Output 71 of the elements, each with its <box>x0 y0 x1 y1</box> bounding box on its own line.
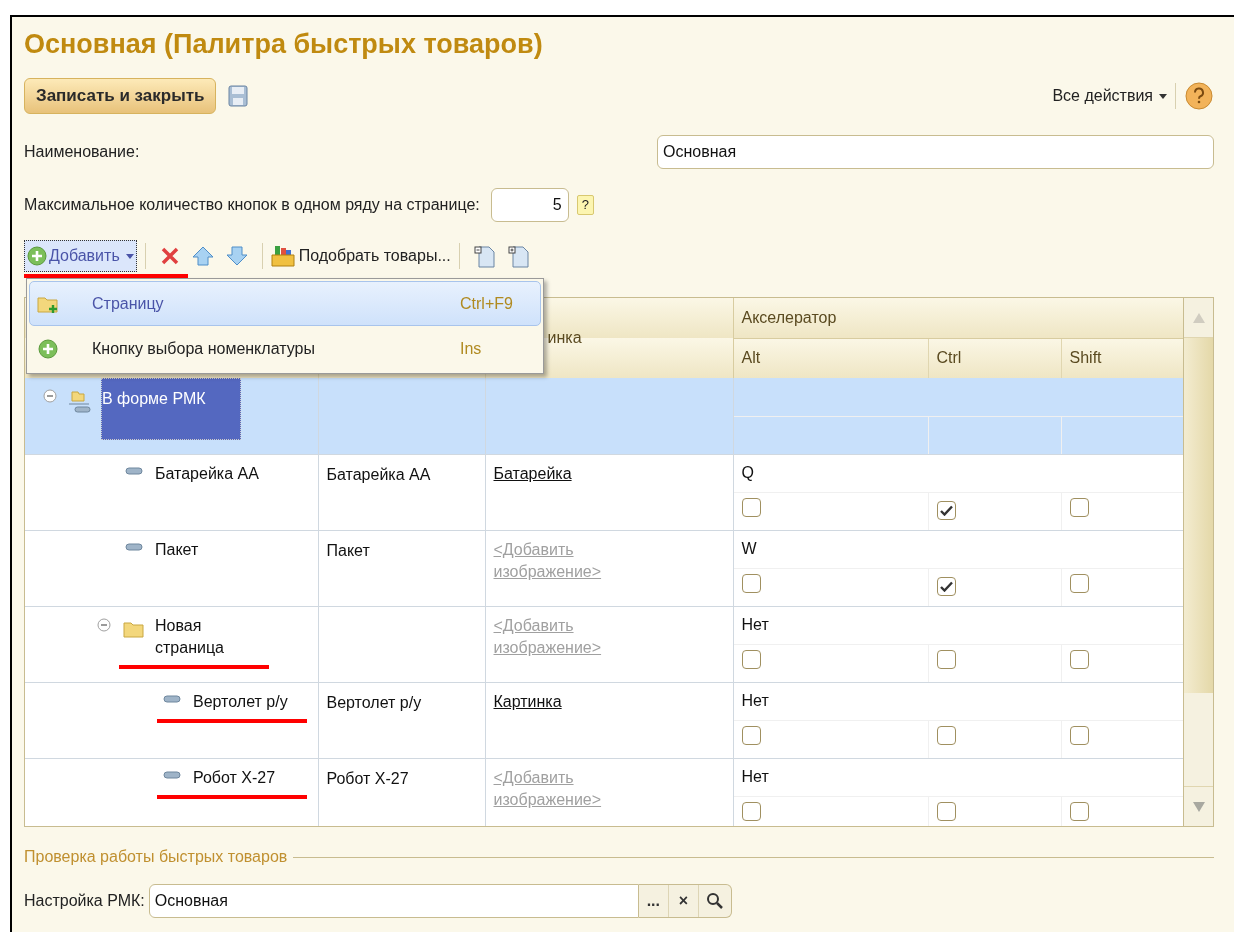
table-cell: Батарейка АА <box>326 465 431 483</box>
checkbox[interactable] <box>936 577 956 596</box>
collapse-icon[interactable] <box>97 617 111 632</box>
tree-item-label[interactable]: Пакет <box>155 538 267 561</box>
clear-button[interactable]: × <box>668 885 699 917</box>
number-field[interactable]: 5 <box>490 188 569 222</box>
checkbox[interactable] <box>936 726 956 745</box>
move-down-icon[interactable] <box>225 246 248 266</box>
accelerator-key: Нет <box>741 616 769 633</box>
pick-goods-button[interactable]: Подобрать товары... <box>270 244 451 268</box>
all-actions-menu[interactable]: Все действия <box>1052 84 1167 108</box>
checkbox[interactable] <box>936 802 956 821</box>
field-label: Максимальное количество кнопок в одном ряду на странице: <box>24 195 480 215</box>
field-label: Наименование: <box>24 142 140 162</box>
window-title: Основная (Палитра быстрых товаров) <box>24 28 544 61</box>
help-icon[interactable] <box>1184 81 1214 111</box>
tree-item-label[interactable]: В форме РМК <box>101 378 241 440</box>
table-cell: Пакет <box>326 541 370 559</box>
move-up-icon[interactable] <box>191 246 214 266</box>
plus-icon <box>27 246 47 266</box>
checkbox[interactable] <box>1069 574 1089 593</box>
goods-box-icon <box>270 245 295 267</box>
collapse-tree-icon[interactable] <box>473 244 496 268</box>
checkbox[interactable] <box>1069 650 1089 669</box>
accelerator-key: Нет <box>741 692 769 709</box>
settings-field[interactable]: Основная <box>148 884 639 918</box>
checkbox[interactable] <box>741 802 761 821</box>
save-and-close-button[interactable]: Записать и закрыть <box>24 78 217 114</box>
tree-item-label[interactable]: Новая страница <box>155 614 267 659</box>
scrollbar[interactable] <box>1183 298 1213 826</box>
accelerator-key: Q <box>741 464 754 481</box>
checkbox[interactable] <box>741 726 761 745</box>
item-icon <box>163 694 181 703</box>
scroll-down-icon[interactable] <box>1192 801 1205 812</box>
menu-item[interactable]: Страницу Ctrl+F9 <box>29 281 541 326</box>
add-button[interactable]: Добавить <box>24 240 137 272</box>
delete-icon[interactable] <box>159 246 180 266</box>
checkbox[interactable] <box>741 574 761 593</box>
tree-item-label[interactable]: Робот Х-27 <box>193 766 305 789</box>
checkbox[interactable] <box>741 650 761 669</box>
save-icon[interactable] <box>228 85 249 107</box>
group-icon <box>68 390 92 414</box>
shortcut-label: Ins <box>460 338 483 359</box>
checkbox[interactable] <box>1069 726 1089 745</box>
table-cell: Робот Х-27 <box>326 769 409 787</box>
item-icon <box>125 542 143 551</box>
field-label: Настройка РМК: <box>24 891 145 911</box>
expand-tree-icon[interactable] <box>507 244 530 268</box>
tree-item-label[interactable]: Батарейка АА <box>155 462 267 485</box>
item-icon <box>125 466 143 475</box>
search-icon[interactable] <box>705 892 724 910</box>
accelerator-key: W <box>741 540 757 557</box>
name-field[interactable]: Основная <box>657 135 1214 169</box>
hint-button[interactable]: ? <box>576 195 594 215</box>
accelerator-key: Нет <box>741 768 769 785</box>
choose-button[interactable]: ... <box>638 885 669 917</box>
image-link[interactable]: Батарейка <box>493 462 644 485</box>
checkbox[interactable] <box>936 650 956 669</box>
checkbox[interactable] <box>1069 498 1089 517</box>
checkbox[interactable] <box>741 498 761 517</box>
item-icon <box>163 770 181 779</box>
section-title: Проверка работы быстрых товаров <box>24 847 288 867</box>
tree-item-label[interactable]: Вертолет р/у <box>193 690 305 713</box>
image-link[interactable]: Картинка <box>493 690 644 713</box>
caret-icon <box>1159 93 1167 99</box>
collapse-icon[interactable] <box>43 389 57 403</box>
caret-icon <box>125 253 134 259</box>
table-cell: Вертолет р/у <box>326 693 422 711</box>
checkbox[interactable] <box>1069 802 1089 821</box>
plus-icon <box>38 338 58 359</box>
checkbox[interactable] <box>936 501 956 520</box>
